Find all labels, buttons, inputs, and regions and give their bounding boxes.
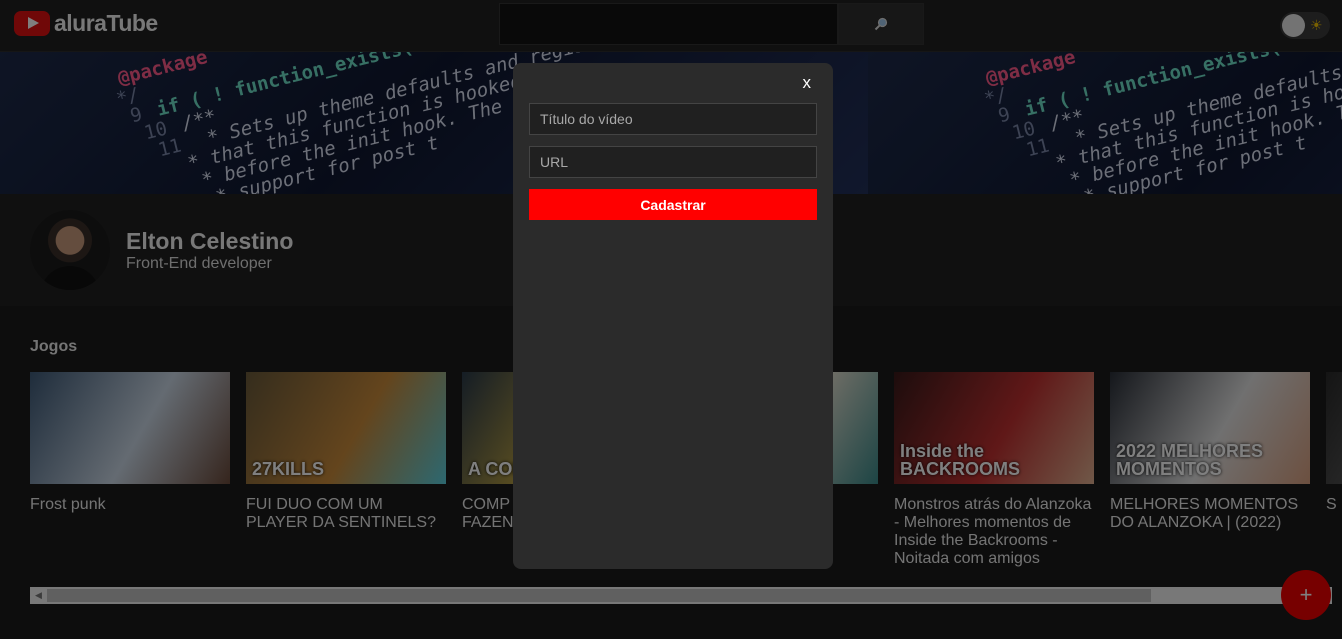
video-url-input[interactable] <box>529 146 817 178</box>
video-title-input[interactable] <box>529 103 817 135</box>
page: aluraTube ☀ @package*/9if ( ! function_e… <box>0 0 1342 639</box>
close-button[interactable]: x <box>803 73 812 93</box>
add-video-modal: x Cadastrar <box>513 63 833 569</box>
submit-button[interactable]: Cadastrar <box>529 189 817 220</box>
